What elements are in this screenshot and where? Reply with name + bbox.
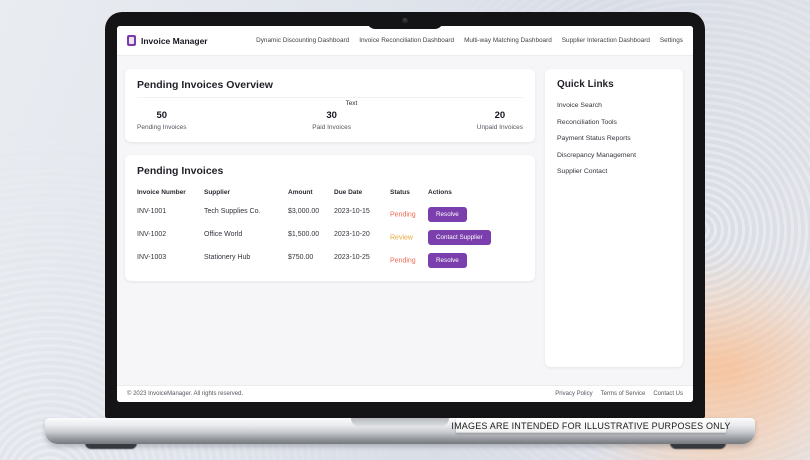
- quick-link-supplier-contact[interactable]: Supplier Contact: [557, 168, 671, 175]
- cell-supplier: Office World: [204, 231, 288, 238]
- footer-link-contact-us[interactable]: Contact Us: [653, 391, 683, 397]
- app-header: Invoice Manager Dynamic Discounting Dash…: [117, 26, 693, 56]
- quick-link-payment-status-reports[interactable]: Payment Status Reports: [557, 135, 671, 142]
- laptop-notch: [367, 12, 444, 29]
- column-header-invoice-number: Invoice Number: [137, 189, 204, 196]
- column-header-due-date: Due Date: [334, 189, 390, 196]
- laptop-screen-bezel: Invoice Manager Dynamic Discounting Dash…: [105, 12, 705, 418]
- cell-invoice-number: INV-1002: [137, 231, 204, 238]
- caption-text: IMAGES ARE INTENDED FOR ILLUSTRATIVE PUR…: [451, 421, 730, 431]
- cell-invoice-number: INV-1003: [137, 254, 204, 261]
- quick-link-discrepancy-management[interactable]: Discrepancy Management: [557, 152, 671, 159]
- cell-due-date: 2023-10-15: [334, 208, 390, 215]
- contact-supplier-button[interactable]: Contact Supplier: [428, 230, 491, 245]
- column-header-supplier: Supplier: [204, 189, 288, 196]
- copyright-text: © 2023 InvoiceManager. All rights reserv…: [127, 391, 243, 397]
- overview-card: Pending Invoices Overview Text 50 Pendin…: [125, 69, 535, 142]
- column-header-amount: Amount: [288, 189, 334, 196]
- nav-item-supplier-interaction[interactable]: Supplier Interaction Dashboard: [562, 37, 650, 44]
- app-body: Pending Invoices Overview Text 50 Pendin…: [117, 56, 693, 385]
- stats-row: Text 50 Pending Invoices 30 Paid Invoice…: [137, 110, 523, 131]
- nav-item-dynamic-discounting[interactable]: Dynamic Discounting Dashboard: [256, 37, 349, 44]
- overview-title: Pending Invoices Overview: [137, 79, 523, 98]
- nav-item-multi-way-matching[interactable]: Multi-way Matching Dashboard: [464, 37, 552, 44]
- footer-links: Privacy Policy Terms of Service Contact …: [555, 391, 683, 397]
- quick-links-title: Quick Links: [557, 79, 671, 90]
- cell-amount: $750.00: [288, 254, 334, 261]
- cell-supplier: Stationery Hub: [204, 254, 288, 261]
- stat-unpaid-invoices: 20 Unpaid Invoices: [477, 110, 523, 131]
- cell-amount: $1,500.00: [288, 231, 334, 238]
- nav-item-settings[interactable]: Settings: [660, 37, 683, 44]
- cell-due-date: 2023-10-20: [334, 231, 390, 238]
- main-nav: Dynamic Discounting Dashboard Invoice Re…: [256, 37, 683, 44]
- cell-invoice-number: INV-1001: [137, 208, 204, 215]
- desktop-background: Invoice Manager Dynamic Discounting Dash…: [0, 0, 810, 460]
- laptop-base-scoop: [351, 418, 449, 427]
- stat-value: 50: [137, 110, 187, 121]
- footer-link-terms-of-service[interactable]: Terms of Service: [601, 391, 646, 397]
- table-row: INV-1003 Stationery Hub $750.00 2023-10-…: [137, 246, 523, 269]
- table-row: INV-1002 Office World $1,500.00 2023-10-…: [137, 223, 523, 246]
- status-badge: Pending: [390, 258, 428, 265]
- status-badge: Review: [390, 235, 428, 242]
- stat-pending-invoices: 50 Pending Invoices: [137, 110, 187, 131]
- app-footer: © 2023 InvoiceManager. All rights reserv…: [117, 385, 693, 402]
- table-header-row: Invoice Number Supplier Amount Due Date …: [137, 184, 523, 200]
- quick-links-card: Quick Links Invoice Search Reconciliatio…: [545, 69, 683, 367]
- stat-label: Unpaid Invoices: [477, 124, 523, 131]
- quick-link-invoice-search[interactable]: Invoice Search: [557, 102, 671, 109]
- status-badge: Pending: [390, 212, 428, 219]
- invoice-logo-icon: [127, 35, 136, 46]
- brand-name: Invoice Manager: [141, 36, 208, 46]
- stat-paid-invoices: 30 Paid Invoices: [312, 110, 351, 131]
- resolve-button[interactable]: Resolve: [428, 253, 467, 268]
- resolve-button[interactable]: Resolve: [428, 207, 467, 222]
- cell-due-date: 2023-10-25: [334, 254, 390, 261]
- actions-cell: Contact Supplier: [428, 230, 523, 245]
- app-window: Invoice Manager Dynamic Discounting Dash…: [117, 26, 693, 402]
- column-header-status: Status: [390, 189, 428, 196]
- camera-icon: [403, 18, 408, 23]
- invoices-title: Pending Invoices: [137, 165, 523, 177]
- stat-label: Paid Invoices: [312, 124, 351, 131]
- invoices-card: Pending Invoices Invoice Number Supplier…: [125, 155, 535, 281]
- stat-value: 30: [312, 110, 351, 121]
- stat-label: Pending Invoices: [137, 124, 187, 131]
- nav-item-invoice-reconciliation[interactable]: Invoice Reconciliation Dashboard: [359, 37, 454, 44]
- actions-cell: Resolve: [428, 253, 523, 268]
- stray-text-label: Text: [345, 100, 357, 107]
- caption-bar: IMAGES ARE INTENDED FOR ILLUSTRATIVE PUR…: [456, 418, 726, 433]
- brand[interactable]: Invoice Manager: [127, 35, 208, 46]
- quick-link-reconciliation-tools[interactable]: Reconciliation Tools: [557, 119, 671, 126]
- actions-cell: Resolve: [428, 207, 523, 222]
- cell-amount: $3,000.00: [288, 208, 334, 215]
- cell-supplier: Tech Supplies Co.: [204, 208, 288, 215]
- footer-link-privacy-policy[interactable]: Privacy Policy: [555, 391, 592, 397]
- table-row: INV-1001 Tech Supplies Co. $3,000.00 202…: [137, 200, 523, 223]
- column-header-actions: Actions: [428, 189, 523, 196]
- invoices-table: Invoice Number Supplier Amount Due Date …: [137, 184, 523, 269]
- main-column: Pending Invoices Overview Text 50 Pendin…: [125, 69, 535, 367]
- stat-value: 20: [477, 110, 523, 121]
